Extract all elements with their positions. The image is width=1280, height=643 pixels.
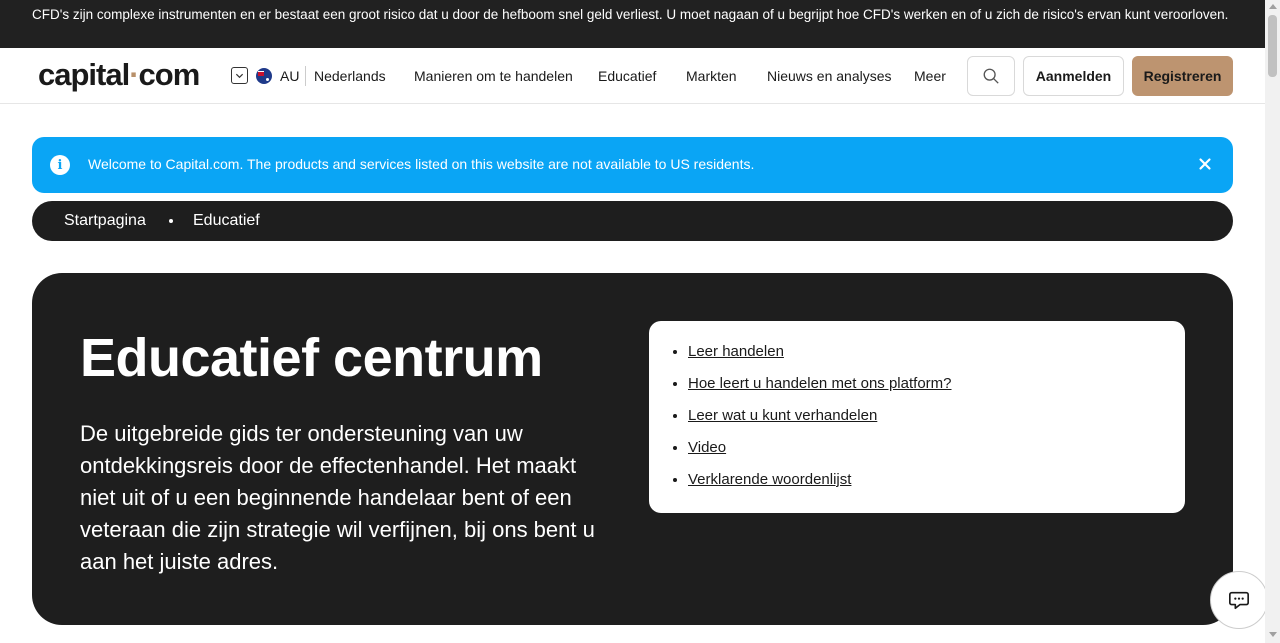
risk-warning-text: CFD's zijn complexe instrumenten en er b… — [32, 7, 1229, 22]
region-label[interactable]: AU — [280, 68, 299, 84]
page-scrollbar[interactable] — [1265, 0, 1280, 643]
site-header: capital·com AU Nederlands Manieren om te… — [0, 48, 1265, 104]
scroll-down-arrow-icon[interactable] — [1269, 632, 1277, 637]
scrollbar-thumb[interactable] — [1268, 15, 1277, 77]
chat-button[interactable] — [1210, 571, 1268, 629]
nav-nieuws-en-analyses[interactable]: Nieuws en analyses — [767, 68, 892, 84]
logo-text-part1: capital — [38, 57, 130, 92]
header-divider — [305, 66, 306, 86]
education-links-card: Leer handelen Hoe leert u handelen met o… — [649, 321, 1185, 513]
list-item: Leer handelen — [688, 341, 952, 373]
breadcrumb-separator — [169, 219, 173, 223]
link-leer-wat-u-kunt-verhandelen[interactable]: Leer wat u kunt verhandelen — [688, 407, 877, 424]
login-button[interactable]: Aanmelden — [1023, 56, 1124, 96]
us-residents-notice: i Welcome to Capital.com. The products a… — [32, 137, 1233, 193]
breadcrumb-current: Educatief — [193, 212, 260, 229]
link-hoe-leert-u-handelen[interactable]: Hoe leert u handelen met ons platform? — [688, 375, 952, 392]
page-title: Educatief centrum — [80, 328, 543, 388]
notice-text: Welcome to Capital.com. The products and… — [88, 156, 755, 172]
logo-text-part2: com — [138, 57, 201, 92]
search-icon — [983, 68, 999, 84]
nav-meer[interactable]: Meer — [914, 68, 946, 84]
chat-bubble-icon — [1229, 591, 1249, 610]
logo-dot: · — [129, 57, 139, 92]
scroll-up-arrow-icon[interactable] — [1269, 4, 1277, 9]
language-dropdown-chevron-icon[interactable] — [231, 67, 248, 84]
close-icon[interactable] — [1197, 156, 1213, 172]
link-leer-handelen[interactable]: Leer handelen — [688, 343, 784, 360]
breadcrumb-home[interactable]: Startpagina — [64, 212, 146, 230]
risk-warning-banner: CFD's zijn complexe instrumenten en er b… — [0, 0, 1265, 48]
search-button[interactable] — [967, 56, 1015, 96]
capital-com-logo[interactable]: capital·com — [38, 57, 201, 93]
register-button[interactable]: Registreren — [1132, 56, 1233, 96]
list-item: Leer wat u kunt verhandelen — [688, 405, 952, 437]
list-item: Video — [688, 437, 952, 469]
info-icon: i — [50, 155, 70, 175]
list-item: Verklarende woordenlijst — [688, 469, 952, 501]
hero-intro: De uitgebreide gids ter ondersteuning va… — [80, 421, 595, 574]
education-links-list: Leer handelen Hoe leert u handelen met o… — [688, 341, 952, 501]
australia-flag-icon[interactable] — [256, 68, 272, 84]
nav-manieren-om-te-handelen[interactable]: Manieren om te handelen — [414, 68, 573, 84]
nav-educatief[interactable]: Educatief — [598, 68, 656, 84]
education-hero: Educatief centrum De uitgebreide gids te… — [32, 273, 1233, 625]
link-verklarende-woordenlijst[interactable]: Verklarende woordenlijst — [688, 471, 851, 488]
breadcrumb: Startpagina Educatief — [32, 201, 1233, 241]
list-item: Hoe leert u handelen met ons platform? — [688, 373, 952, 405]
language-selector[interactable]: Nederlands — [314, 68, 386, 84]
nav-markten[interactable]: Markten — [686, 68, 737, 84]
link-video[interactable]: Video — [688, 439, 726, 456]
